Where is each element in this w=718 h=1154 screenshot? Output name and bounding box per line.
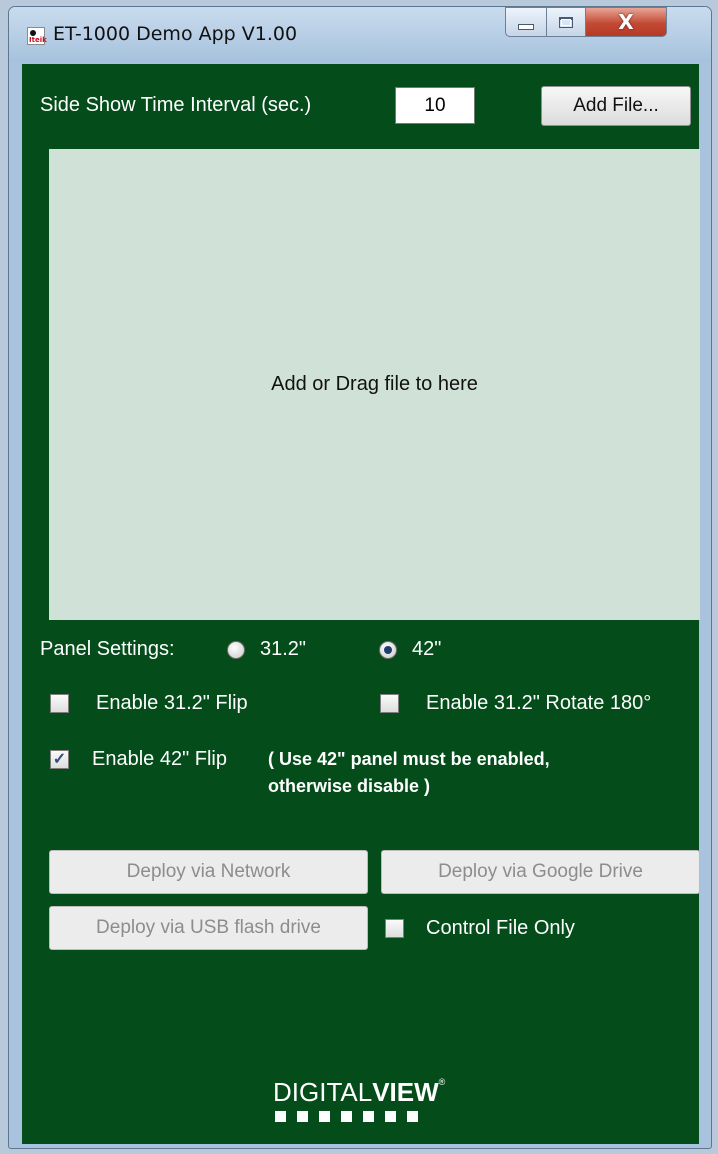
interval-label: Side Show Time Interval (sec.)	[40, 94, 312, 116]
close-button[interactable]: X	[585, 7, 667, 37]
maximize-button[interactable]	[546, 7, 586, 37]
flip-42-note-line1: ( Use 42" panel must be enabled,	[268, 749, 550, 769]
file-drop-zone[interactable]: Add or Drag file to here	[49, 149, 700, 620]
control-file-only-label[interactable]: Control File Only	[426, 917, 575, 940]
close-icon: X	[618, 10, 634, 34]
title-bar[interactable]: Iteik ET-1000 Demo App V1.00 X	[9, 7, 711, 63]
panel-31-label[interactable]: 31.2"	[260, 638, 306, 661]
app-icon[interactable]: Iteik	[27, 27, 47, 45]
deploy-google-drive-button[interactable]: Deploy via Google Drive	[381, 850, 700, 894]
rotate-312-checkbox[interactable]	[380, 694, 399, 713]
main-panel: Side Show Time Interval (sec.) Add File.…	[22, 64, 700, 1144]
flip-42-note-line2: otherwise disable )	[268, 776, 431, 796]
logo-squares	[273, 1111, 463, 1122]
deploy-network-button[interactable]: Deploy via Network	[49, 850, 368, 894]
drop-zone-text: Add or Drag file to here	[271, 373, 478, 395]
logo-registered-mark: ®	[438, 1077, 446, 1087]
app-icon-text: Iteik	[29, 36, 47, 44]
flip-312-label[interactable]: Enable 31.2" Flip	[96, 692, 248, 715]
digitalview-logo: DIGITALVIEW®	[273, 1077, 463, 1122]
interval-input[interactable]	[395, 87, 475, 124]
flip-312-checkbox[interactable]	[50, 694, 69, 713]
control-file-only-checkbox[interactable]	[385, 919, 404, 938]
app-window: Iteik ET-1000 Demo App V1.00 X Side Show…	[8, 6, 712, 1149]
flip-42-checkbox[interactable]: ✓	[50, 750, 69, 769]
deploy-usb-button[interactable]: Deploy via USB flash drive	[49, 906, 368, 950]
panel-settings-label: Panel Settings:	[40, 638, 175, 660]
minimize-button[interactable]	[505, 7, 547, 37]
minimize-icon	[518, 24, 534, 30]
panel-42-radio[interactable]	[379, 641, 397, 659]
panel-31-radio[interactable]	[227, 641, 245, 659]
logo-text-part2: VIEW	[372, 1077, 439, 1107]
check-icon: ✓	[52, 750, 67, 768]
logo-text-part1: DIGITAL	[273, 1077, 373, 1107]
window-title: ET-1000 Demo App V1.00	[53, 23, 298, 45]
panel-42-label[interactable]: 42"	[412, 638, 441, 661]
add-file-button[interactable]: Add File...	[541, 86, 691, 126]
logo-text: DIGITALVIEW®	[273, 1077, 463, 1108]
flip-42-label[interactable]: Enable 42" Flip	[92, 748, 227, 771]
maximize-icon	[559, 16, 573, 28]
rotate-312-label[interactable]: Enable 31.2" Rotate 180°	[426, 692, 651, 715]
